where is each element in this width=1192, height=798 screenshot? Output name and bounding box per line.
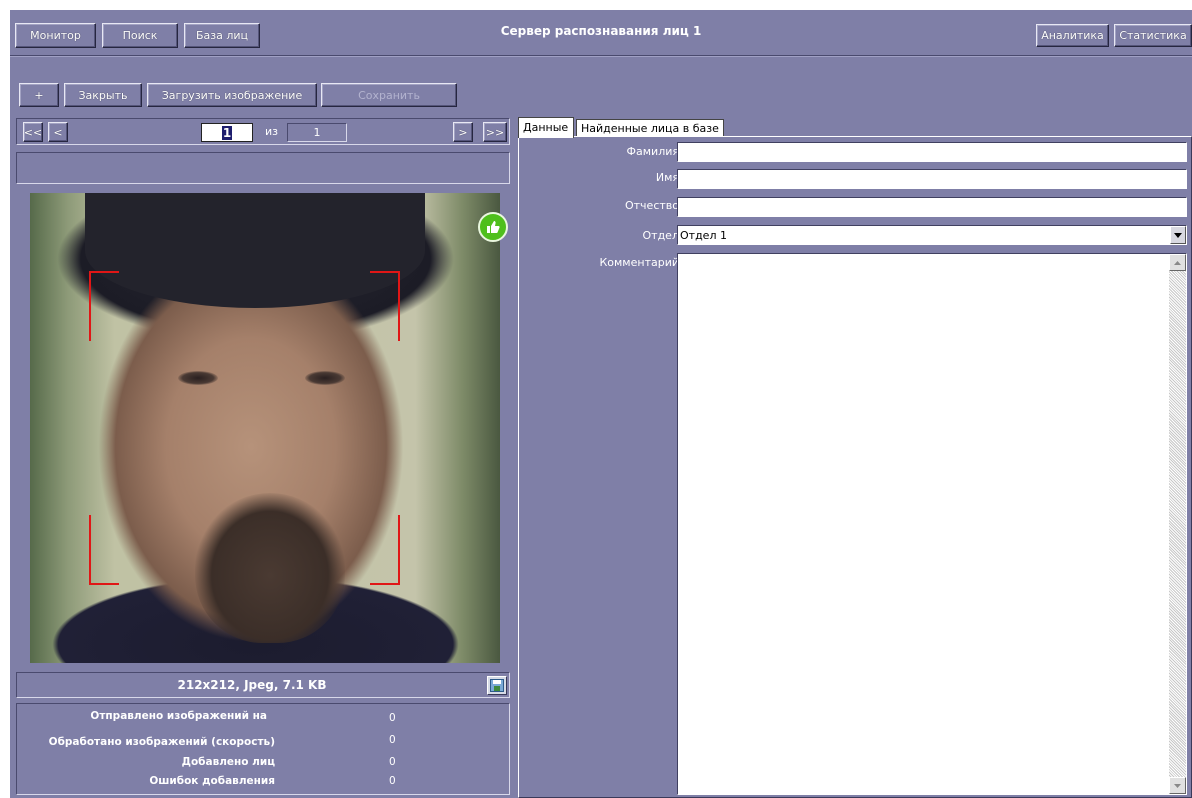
department-value: Отдел 1 — [680, 229, 727, 242]
face-box-bottom-left — [89, 515, 119, 585]
face-recognition-window: Монитор Поиск База лиц Сервер распознава… — [10, 10, 1192, 798]
photo-beard — [195, 493, 345, 643]
scroll-down-icon[interactable] — [1169, 777, 1186, 794]
stat-value-errors: 0 — [389, 775, 396, 787]
comment-scrollbar[interactable] — [1169, 254, 1186, 794]
face-box-bottom-right — [370, 515, 400, 585]
statistics-button[interactable]: Статистика — [1114, 24, 1192, 47]
statistics-panel: Отправлено изображений на 0 Обработано и… — [16, 703, 510, 795]
comment-textarea[interactable] — [677, 253, 1187, 795]
stat-label-errors: Ошибок добавления — [149, 775, 275, 787]
surname-input[interactable] — [677, 142, 1187, 162]
add-button[interactable]: + — [19, 83, 59, 107]
page-title: Сервер распознавания лиц 1 — [500, 24, 702, 38]
patronymic-input[interactable] — [677, 197, 1187, 217]
tab-data[interactable]: Данные — [518, 117, 574, 138]
image-info-text: 212x212, Jpeg, 7.1 KB — [177, 678, 327, 692]
tab-found-faces[interactable]: Найденные лица в базе — [576, 119, 724, 137]
of-label: из — [265, 125, 278, 138]
first-page-button[interactable]: << — [23, 122, 43, 142]
comment-label: Комментарий — [599, 256, 679, 269]
department-select[interactable]: Отдел 1 — [677, 225, 1187, 245]
face-box-top-left — [89, 271, 119, 341]
patronymic-label: Отчество — [624, 199, 679, 212]
chevron-down-icon[interactable] — [1170, 226, 1186, 244]
analytics-button[interactable]: Аналитика — [1036, 24, 1109, 47]
page-number-input[interactable]: 1 — [201, 123, 253, 142]
image-name-bar — [16, 152, 510, 184]
load-image-button[interactable]: Загрузить изображение — [147, 83, 317, 107]
stat-label-added: Добавлено лиц — [181, 756, 275, 768]
total-pages: 1 — [287, 123, 347, 142]
face-photo — [30, 193, 500, 663]
scroll-up-icon[interactable] — [1169, 254, 1186, 271]
data-form: Фамилия Имя Отчество Отдел Отдел 1 Комме… — [518, 136, 1192, 798]
stat-value-processed: 0 — [389, 734, 396, 746]
thumbs-up-icon — [478, 212, 508, 242]
name-label: Имя — [655, 171, 679, 184]
photo-eye-left — [178, 371, 218, 385]
image-pager: << < 1 из 1 > >> — [16, 118, 510, 145]
stat-label-sent: Отправлено изображений на — [90, 710, 267, 722]
top-header: Монитор Поиск База лиц Сервер распознава… — [10, 10, 1192, 56]
last-page-button[interactable]: >> — [483, 122, 507, 142]
image-info-bar: 212x212, Jpeg, 7.1 KB — [16, 672, 510, 698]
close-button[interactable]: Закрыть — [64, 83, 142, 107]
page-number-value: 1 — [221, 125, 233, 140]
surname-label: Фамилия — [626, 145, 679, 158]
stat-value-sent: 0 — [389, 712, 396, 724]
name-input[interactable] — [677, 169, 1187, 189]
stat-label-processed: Обработано изображений (скорость) — [48, 736, 275, 748]
save-button[interactable]: Сохранить — [321, 83, 457, 107]
toolbar: + Закрыть Загрузить изображение Сохранит… — [10, 58, 1192, 108]
next-page-button[interactable]: > — [453, 122, 473, 142]
photo-eye-right — [305, 371, 345, 385]
prev-page-button[interactable]: < — [48, 122, 68, 142]
department-label: Отдел — [642, 229, 679, 242]
stat-value-added: 0 — [389, 756, 396, 768]
face-box-top-right — [370, 271, 400, 341]
save-image-icon[interactable] — [487, 676, 507, 695]
